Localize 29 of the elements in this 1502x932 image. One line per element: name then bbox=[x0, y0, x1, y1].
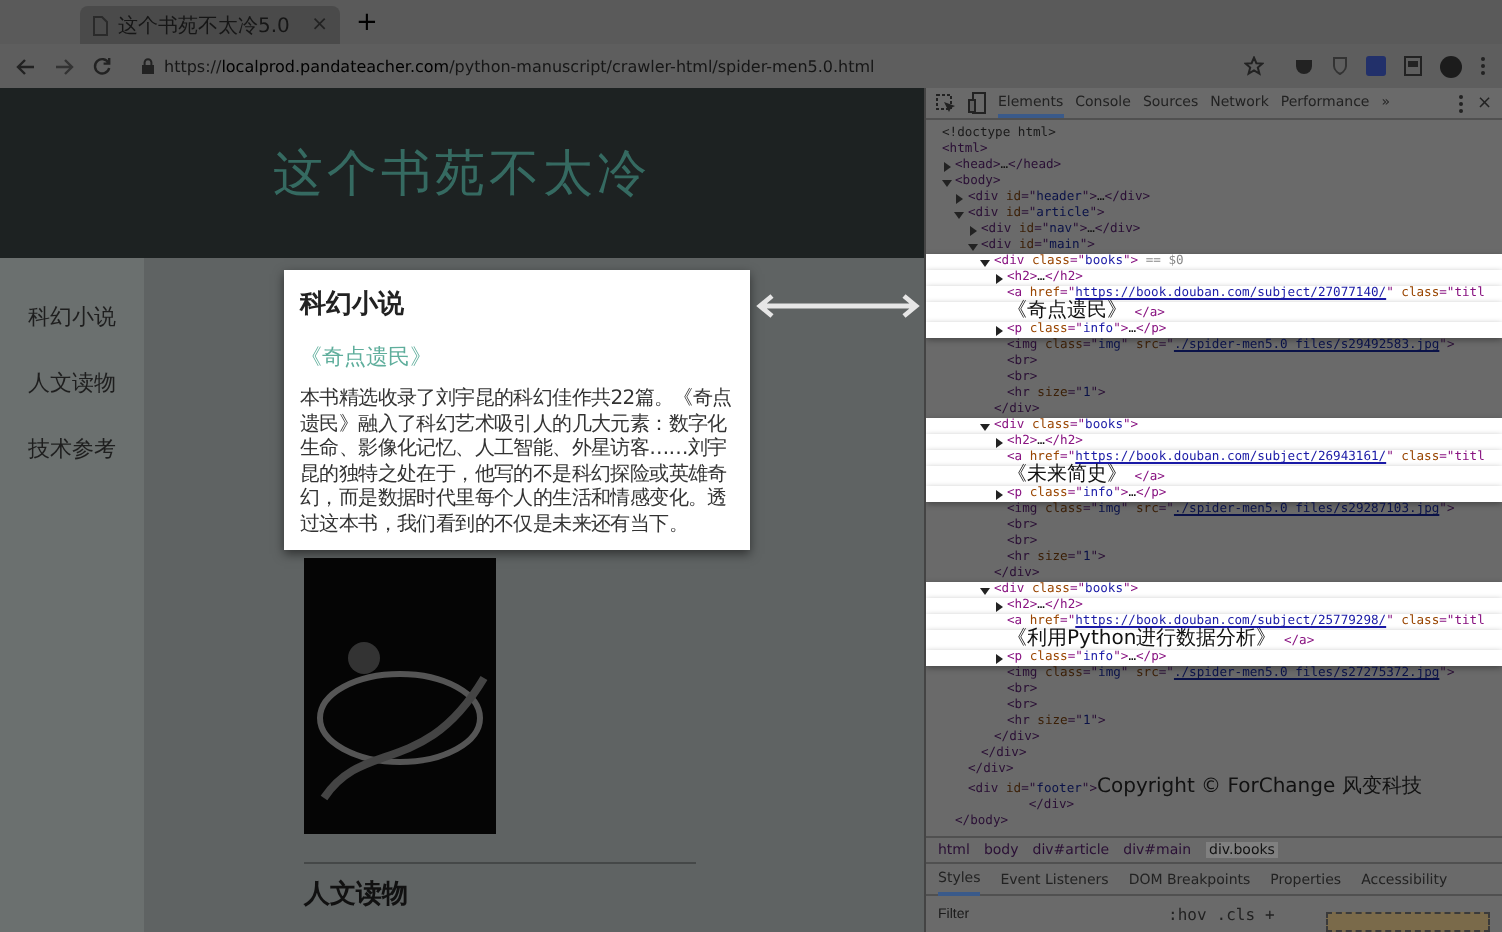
extension-icon[interactable] bbox=[1404, 56, 1422, 76]
nav-link[interactable]: 人文读物 bbox=[28, 368, 144, 398]
inspect-icon[interactable] bbox=[936, 93, 956, 113]
section-heading: 人文读物 bbox=[304, 877, 408, 912]
close-button[interactable]: × bbox=[1476, 93, 1492, 113]
hov-button[interactable]: :hov bbox=[1168, 905, 1207, 923]
tab-close-button[interactable]: × bbox=[311, 14, 328, 36]
new-tab-button[interactable]: + bbox=[356, 8, 378, 40]
kebab-menu-icon[interactable] bbox=[1458, 93, 1465, 113]
double-arrow-icon bbox=[756, 294, 920, 318]
section-heading: 科幻小说 bbox=[300, 288, 404, 322]
device-icon[interactable] bbox=[968, 92, 986, 114]
nav-link[interactable]: 技术参考 bbox=[28, 434, 144, 464]
shield-icon[interactable] bbox=[1332, 56, 1348, 76]
page-icon bbox=[92, 15, 108, 35]
avatar-icon[interactable] bbox=[1440, 55, 1462, 77]
book-title-link[interactable]: 《奇点遗民》 bbox=[300, 342, 432, 372]
forward-icon[interactable] bbox=[54, 57, 74, 75]
url-text: https://localprod.pandateacher.com/python-manuscript/crawler-html/spider-men5.0.html bbox=[164, 57, 877, 75]
back-icon[interactable] bbox=[16, 57, 36, 75]
nav-link[interactable]: 科幻小说 bbox=[28, 302, 144, 332]
add-rule-button[interactable]: + bbox=[1265, 905, 1275, 923]
lock-icon bbox=[142, 58, 154, 74]
cls-button[interactable]: .cls bbox=[1216, 905, 1256, 923]
reload-icon[interactable] bbox=[92, 56, 112, 76]
menu-icon[interactable] bbox=[1480, 56, 1486, 76]
site-title: 这个书苑不太冷 bbox=[273, 142, 651, 206]
star-icon[interactable] bbox=[1244, 56, 1264, 76]
book-description: 本书精选收录了刘宇昆的科幻佳作共22篇。《奇点遗民》融入了科幻艺术吸引人的几大元素：数字化生命、影像化记忆、人工智能、外星访客……刘宇昆的独特之处在于，他写的不是科幻探险或英雄奇幻，而是数据时代里每个人的生活和情感变化。透过这本书，我们看到的不仅是未来还有当下。 bbox=[300, 388, 734, 538]
